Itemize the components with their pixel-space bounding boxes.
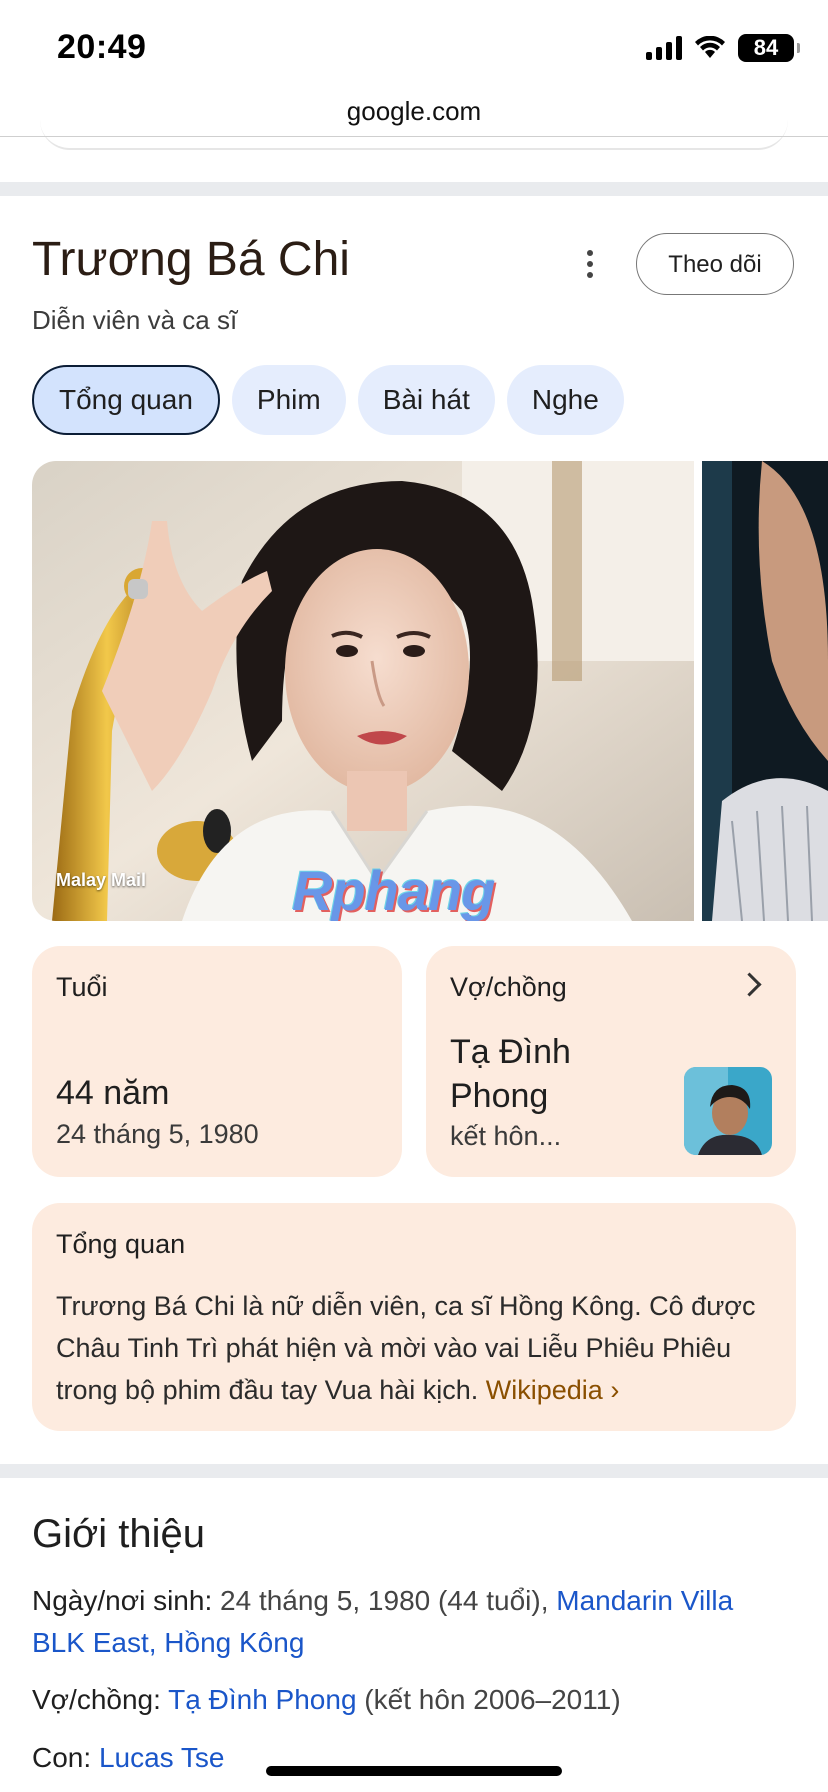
previous-card-edge: [40, 118, 788, 150]
age-card: Tuổi 44 năm 24 tháng 5, 1980: [32, 946, 402, 1177]
status-icons: 84: [646, 34, 800, 62]
portrait-photo: [32, 461, 694, 921]
spouse-status: kết hôn...: [450, 1121, 562, 1151]
watermark-logo: Rphang: [292, 859, 495, 921]
section-separator: [0, 182, 828, 196]
overview-text: Trương Bá Chi là nữ diễn viên, ca sĩ Hồn…: [56, 1285, 776, 1411]
image-credit: Malay Mail: [56, 870, 147, 890]
cellular-signal-icon: [646, 36, 682, 60]
next-image[interactable]: [702, 461, 828, 921]
age-value: 44 năm: [56, 1074, 170, 1112]
about-birth-key: Ngày/nơi sinh:: [32, 1585, 213, 1616]
overview-card: Tổng quan Trương Bá Chi là nữ diễn viên,…: [32, 1203, 796, 1431]
about-spouse-text: (kết hôn 2006–2011): [364, 1684, 621, 1715]
birth-date: 24 tháng 5, 1980: [56, 1119, 259, 1149]
children-link[interactable]: Lucas Tse: [99, 1742, 225, 1773]
next-image-photo: [702, 461, 828, 921]
home-indicator[interactable]: [266, 1766, 562, 1776]
spouse-card[interactable]: Vợ/chồng Tạ Đình Phong kết hôn...: [426, 946, 796, 1177]
about-spouse-row: Vợ/chồng: Tạ Đình Phong (kết hôn 2006–20…: [32, 1679, 792, 1721]
section-separator: [0, 1464, 828, 1478]
about-birth-text: 24 tháng 5, 1980 (44 tuổi),: [220, 1585, 549, 1616]
status-time: 20:49: [57, 28, 147, 66]
overview-body: Trương Bá Chi là nữ diễn viên, ca sĩ Hồn…: [56, 1291, 756, 1405]
spouse-name: Tạ Đình Phong: [450, 1033, 571, 1115]
tab-chips: Tổng quan Phim Bài hát Nghe: [32, 365, 624, 435]
about-children-key: Con:: [32, 1742, 92, 1773]
portrait-image[interactable]: Malay Mail Rphang: [32, 461, 694, 921]
chevron-right-icon: [737, 972, 762, 997]
spouse-link[interactable]: Tạ Đình Phong: [168, 1684, 356, 1715]
about-birth-row: Ngày/nơi sinh: 24 tháng 5, 1980 (44 tuổi…: [32, 1580, 792, 1664]
about-spouse-key: Vợ/chồng:: [32, 1684, 161, 1715]
wikipedia-link[interactable]: Wikipedia ›: [486, 1375, 620, 1405]
follow-button[interactable]: Theo dõi: [636, 233, 794, 295]
spouse-avatar: [684, 1067, 772, 1155]
tab-movies[interactable]: Phim: [231, 365, 346, 435]
tab-songs[interactable]: Bài hát: [357, 365, 495, 435]
age-label: Tuổi: [56, 972, 108, 1002]
wifi-icon: [695, 36, 725, 58]
status-bar: 20:49 84: [0, 0, 828, 90]
spouse-label: Vợ/chồng: [450, 972, 567, 1002]
about-title: Giới thiệu: [32, 1512, 205, 1556]
entity-description: Diễn viên và ca sĩ: [32, 305, 238, 335]
entity-title: Trương Bá Chi: [32, 233, 350, 286]
address-bar-divider: [0, 136, 828, 137]
tab-overview[interactable]: Tổng quan: [32, 365, 220, 435]
more-options-icon[interactable]: [570, 240, 610, 288]
battery-icon: 84: [738, 34, 800, 62]
overview-label: Tổng quan: [56, 1229, 186, 1259]
tab-listen[interactable]: Nghe: [506, 365, 624, 435]
